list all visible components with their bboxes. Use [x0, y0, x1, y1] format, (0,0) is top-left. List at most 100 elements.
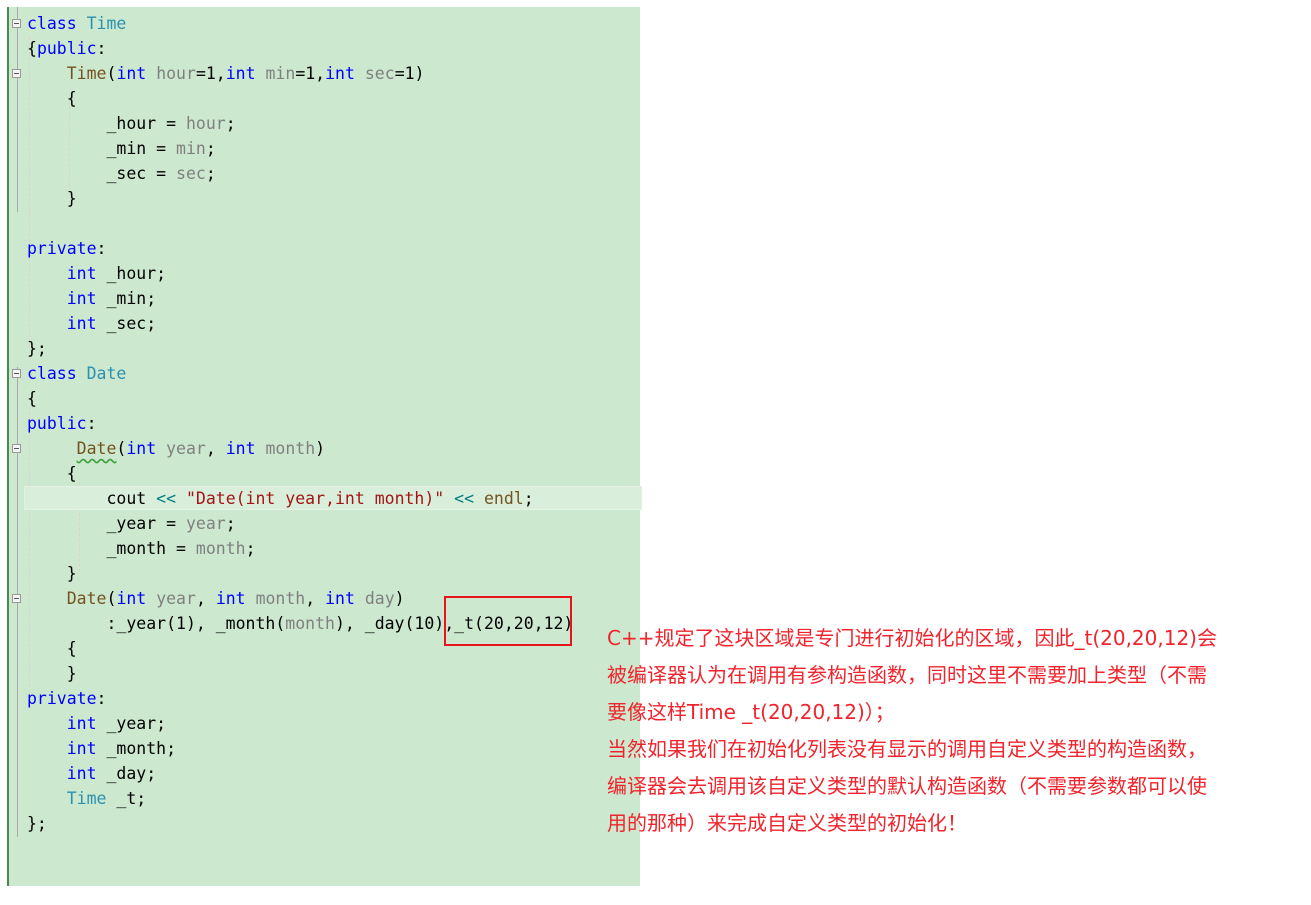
code-line[interactable]: class Date	[27, 361, 126, 386]
code-line[interactable]: int _year;	[27, 711, 166, 736]
code-line[interactable]: private:	[27, 686, 106, 711]
code-token: (	[116, 439, 127, 458]
code-token: {	[27, 39, 37, 58]
code-token: (	[106, 589, 117, 608]
annotation-line: C++规定了这块区域是专门进行初始化的区域，因此_t(20,20,12)会	[607, 626, 1217, 650]
code-token: public	[27, 414, 87, 433]
code-line[interactable]: {	[27, 386, 37, 411]
code-token: min	[176, 139, 206, 158]
code-token: private	[27, 689, 97, 708]
code-token: month	[255, 589, 306, 608]
code-line[interactable]: int _day;	[27, 761, 156, 786]
code-line[interactable]: int _min;	[27, 286, 156, 311]
annotation-line: 当然如果我们在初始化列表没有显示的调用自定义类型的构造函数，	[607, 737, 1207, 761]
code-line[interactable]: _month = month;	[27, 536, 256, 561]
code-line[interactable]: _sec = sec;	[27, 161, 215, 186]
code-token: endl	[483, 489, 524, 508]
code-line[interactable]: }	[27, 186, 77, 211]
code-token: =1,	[295, 64, 326, 83]
code-line[interactable]: Date(int year, int month)	[27, 436, 325, 461]
code-line[interactable]: {	[27, 86, 77, 111]
code-token: }	[27, 189, 77, 208]
code-token: {	[27, 389, 37, 408]
code-token: ,	[195, 589, 216, 608]
code-line[interactable]: cout << "Date(int year,int month)" << en…	[27, 486, 533, 511]
code-token: int	[225, 439, 256, 458]
code-token: int	[325, 64, 355, 83]
code-line[interactable]: Time(int hour=1,int min=1,int sec=1)	[27, 61, 425, 86]
code-line[interactable]: }	[27, 561, 77, 586]
code-token: Time	[86, 14, 127, 33]
code-line[interactable]: {	[27, 461, 77, 486]
annotation-line: 用的那种）来完成自定义类型的初始化！	[607, 811, 967, 835]
code-line[interactable]: Time _t;	[27, 786, 147, 811]
collapse-icon[interactable]	[12, 594, 21, 603]
code-token: int	[126, 439, 157, 458]
code-token: Time	[66, 64, 107, 83]
code-line[interactable]: int _hour;	[27, 261, 166, 286]
code-token: min	[265, 64, 296, 83]
code-token: }	[27, 664, 77, 683]
code-line[interactable]: {public:	[27, 36, 106, 61]
code-line[interactable]: int _sec;	[27, 311, 156, 336]
collapse-icon[interactable]	[12, 19, 21, 28]
code-line[interactable]: Date(int year, int month, int day)	[27, 586, 405, 611]
code-token: _year =	[27, 514, 186, 533]
code-token: :	[96, 689, 107, 708]
code-token: int	[66, 289, 97, 308]
code-line[interactable]: _hour = hour;	[27, 111, 235, 136]
code-token: hour	[185, 114, 226, 133]
code-token: year	[166, 439, 206, 458]
code-token: :	[86, 414, 97, 433]
code-token: "Date(int year,int month)"	[185, 489, 445, 508]
code-token: month	[285, 614, 335, 633]
code-token: month	[265, 439, 316, 458]
code-line[interactable]: _min = min;	[27, 136, 215, 161]
code-line[interactable]: int _month;	[27, 736, 176, 761]
code-token: int	[116, 64, 147, 83]
code-token: class	[27, 14, 87, 33]
code-line[interactable]: {	[27, 636, 77, 661]
code-token: =1,	[195, 64, 226, 83]
code-line[interactable]: }	[27, 661, 77, 686]
code-token: hour	[156, 64, 196, 83]
collapse-icon[interactable]	[12, 369, 21, 378]
code-token: {	[27, 464, 77, 483]
code-token: _t;	[106, 789, 147, 808]
code-line[interactable]: public:	[27, 411, 97, 436]
code-token: ;	[245, 539, 256, 558]
code-token: cout	[27, 489, 157, 508]
collapse-icon[interactable]	[12, 444, 21, 453]
code-line[interactable]: private:	[27, 236, 106, 261]
annotation-line: 被编译器认为在调用有参构造函数，同时这里不需要加上类型（不需	[607, 663, 1207, 687]
code-token: };	[27, 814, 47, 833]
code-line[interactable]: };	[27, 336, 47, 361]
code-line[interactable]: _year = year;	[27, 511, 235, 536]
annotation-line: 编译器会去调用该自定义类型的默认构造函数（不需要参数都可以使	[607, 774, 1207, 798]
code-token: {	[27, 89, 77, 108]
code-token: _month =	[27, 539, 196, 558]
collapse-icon[interactable]	[12, 69, 21, 78]
code-token: )	[315, 439, 326, 458]
code-token: _min =	[27, 139, 177, 158]
annotation-text: C++规定了这块区域是专门进行初始化的区域，因此_t(20,20,12)会 被编…	[607, 620, 1307, 842]
fold-line	[17, 7, 18, 212]
code-token: int	[116, 589, 147, 608]
code-line[interactable]: };	[27, 811, 47, 836]
code-token: int	[215, 589, 246, 608]
code-line[interactable]: class Time	[27, 11, 126, 36]
code-editor[interactable]: class Time {public: Time(int hour=1,int m…	[7, 7, 642, 886]
code-token: :	[96, 239, 107, 258]
